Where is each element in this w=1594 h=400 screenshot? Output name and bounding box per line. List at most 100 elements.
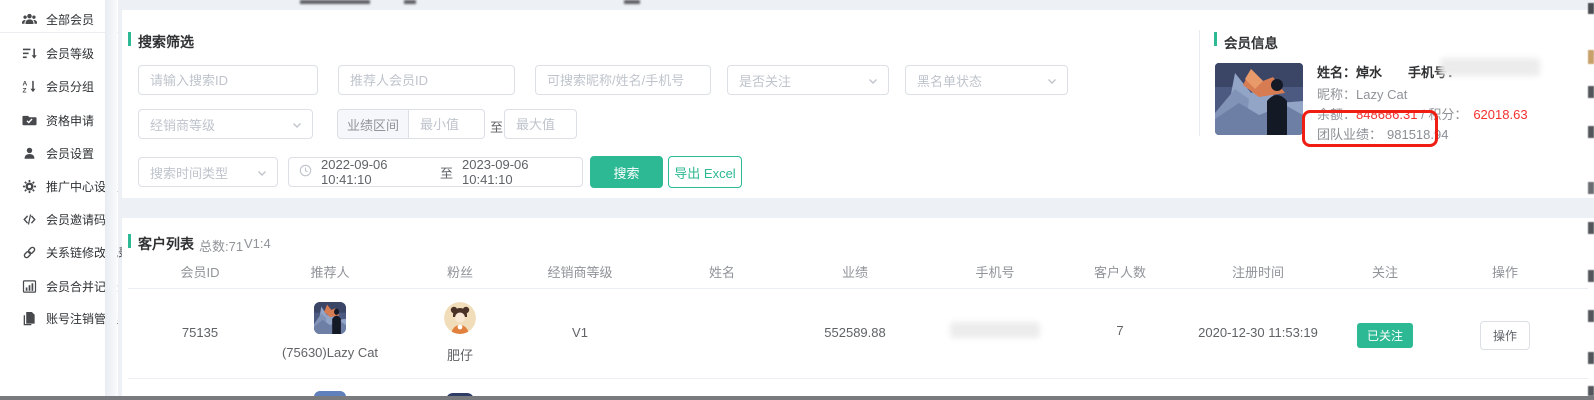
table-divider — [128, 288, 1588, 289]
date-separator: 至 — [440, 163, 453, 182]
section-accent-bar — [128, 234, 131, 248]
sidebar-item-label: 会员分组 — [46, 78, 94, 95]
bar-chart-icon — [22, 279, 37, 294]
sidebar-item-account-cancel[interactable]: 账号注销管理 — [0, 305, 118, 331]
chevron-down-icon — [1046, 75, 1058, 90]
search-id-input[interactable] — [138, 65, 318, 95]
sidebar-item-all-members[interactable]: 全部会员 — [0, 6, 118, 32]
col-header-phone: 手机号 — [975, 262, 1014, 281]
date-range-picker[interactable]: 2022-09-06 10:41:10 至 2023-09-06 10:41:1… — [288, 157, 583, 187]
blacklist-select[interactable]: 黑名单状态 — [905, 65, 1068, 95]
col-header-action: 操作 — [1492, 262, 1518, 281]
referrer-id-input[interactable] — [338, 65, 515, 95]
sidebar-item-label: 资格申请 — [46, 112, 94, 129]
chevron-down-icon — [256, 167, 268, 182]
dealer-level-select[interactable]: 经销商等级 — [138, 109, 313, 139]
sidebar-item-relation-log[interactable]: 关系链修改记录 — [0, 239, 118, 265]
export-excel-button[interactable]: 导出 Excel — [668, 156, 742, 188]
referrer-avatar — [314, 302, 346, 334]
date-end-value: 2023-09-06 10:41:10 — [462, 157, 572, 187]
nickname-value: Lazy Cat — [1356, 87, 1407, 102]
member-name-value: 焯水 — [1356, 65, 1382, 80]
search-button[interactable]: 搜索 — [590, 156, 663, 188]
performance-max-input[interactable] — [504, 109, 577, 139]
member-name-label: 姓名： — [1317, 65, 1356, 80]
screen-edge-artifact — [1588, 126, 1594, 138]
sidebar-item-member-level[interactable]: 会员等级 — [0, 40, 118, 66]
sidebar-item-label: 会员等级 — [46, 45, 94, 62]
search-filter-card: 搜索筛选 是否关注 黑名单状态 经销商等级 业绩区间 至 搜索时间类型 202 — [122, 10, 1594, 198]
blacklist-select-value: 黑名单状态 — [917, 71, 982, 90]
sidebar-item-member-settings[interactable]: 会员设置 — [0, 140, 118, 166]
qualification-check-icon — [22, 113, 37, 128]
customer-v1-count: V1:4 — [244, 236, 271, 251]
screen-edge-artifact — [1588, 182, 1594, 194]
svg-text:Z: Z — [22, 87, 26, 94]
file-copy-icon — [22, 311, 37, 326]
member-avatar — [1215, 63, 1303, 135]
panel-divider — [1199, 30, 1200, 136]
sidebar-item-qualification[interactable]: 资格申请 — [0, 107, 118, 133]
cell-phone-redacted — [950, 322, 1040, 338]
sidebar-item-label: 会员邀请码 — [46, 211, 106, 228]
points-value: 62018.63 — [1473, 107, 1527, 122]
time-type-select[interactable]: 搜索时间类型 — [138, 157, 278, 187]
member-name-line: 姓名：焯水手机号： — [1317, 62, 1460, 81]
col-header-fan: 粉丝 — [447, 262, 473, 281]
follow-select-value: 是否关注 — [739, 71, 791, 90]
sidebar-item-member-group[interactable]: AZ 会员分组 — [0, 73, 118, 99]
screen-bottom-edge — [0, 396, 1594, 400]
section-accent-bar — [128, 32, 131, 46]
users-icon — [22, 12, 37, 27]
sidebar-scroll-strip[interactable] — [105, 0, 117, 400]
screen-edge-artifact — [404, 0, 416, 4]
follow-select[interactable]: 是否关注 — [727, 65, 889, 95]
cell-register-time: 2020-12-30 11:53:19 — [1198, 325, 1318, 340]
follow-status-badge: 已关注 — [1357, 323, 1413, 348]
cell-dealer-level: V1 — [572, 325, 588, 340]
member-icon — [22, 146, 37, 161]
screen-edge-artifact — [1588, 386, 1594, 396]
row-action-button[interactable]: 操作 — [1480, 321, 1530, 350]
sidebar-item-merge-log[interactable]: 会员合并记录 — [0, 273, 118, 299]
annotation-highlight-box — [1302, 110, 1438, 147]
svg-text:A: A — [22, 80, 27, 87]
screen-edge-artifact — [1588, 50, 1594, 64]
cell-referrer-name: (75630)Lazy Cat — [282, 345, 378, 360]
col-header-customer-count: 客户人数 — [1094, 262, 1146, 281]
performance-min-input[interactable] — [409, 109, 485, 139]
performance-range-label: 业绩区间 — [337, 109, 409, 139]
keyword-input[interactable] — [535, 65, 711, 95]
chevron-down-icon — [867, 75, 879, 90]
clock-icon — [299, 164, 312, 180]
date-start-value: 2022-09-06 10:41:10 — [321, 157, 431, 187]
gear-icon — [22, 179, 37, 194]
dealer-level-select-value: 经销商等级 — [150, 115, 215, 134]
screen-edge-artifact — [1588, 352, 1594, 364]
col-header-dealer-level: 经销商等级 — [547, 262, 612, 281]
sidebar-item-label: 全部会员 — [46, 11, 94, 28]
nickname-label: 昵称： — [1317, 87, 1356, 102]
customer-total-count: 总数:71 — [199, 236, 243, 255]
cell-performance: 552589.88 — [824, 325, 885, 340]
col-header-follow: 关注 — [1372, 262, 1398, 281]
az-sort-icon: AZ — [22, 79, 37, 94]
sidebar-item-invite-code[interactable]: 会员邀请码 — [0, 206, 118, 232]
range-to-label: 至 — [490, 117, 503, 136]
col-header-member-id: 会员ID — [180, 262, 219, 281]
sidebar-item-promotion-settings[interactable]: 推广中心设置 — [0, 173, 118, 199]
time-type-select-value: 搜索时间类型 — [150, 163, 228, 182]
cell-member-id: 75135 — [182, 325, 218, 340]
customer-list-card: 客户列表 总数:71 V1:4 会员ID 推荐人 粉丝 经销商等级 姓名 业绩 … — [122, 218, 1594, 400]
sidebar: 全部会员 会员等级 AZ 会员分组 资格申请 会员设置 — [0, 0, 118, 400]
table-divider — [128, 378, 1588, 379]
col-header-name: 姓名 — [709, 262, 735, 281]
screen-edge-artifact — [1588, 86, 1594, 98]
sidebar-divider — [0, 32, 118, 33]
screen-edge-artifact — [1588, 270, 1594, 282]
col-header-referrer: 推荐人 — [310, 262, 349, 281]
member-info-title: 会员信息 — [1224, 32, 1278, 52]
link-icon — [22, 245, 37, 260]
member-admin-page: 全部会员 会员等级 AZ 会员分组 资格申请 会员设置 — [0, 0, 1594, 400]
screen-edge-artifact — [300, 0, 370, 4]
